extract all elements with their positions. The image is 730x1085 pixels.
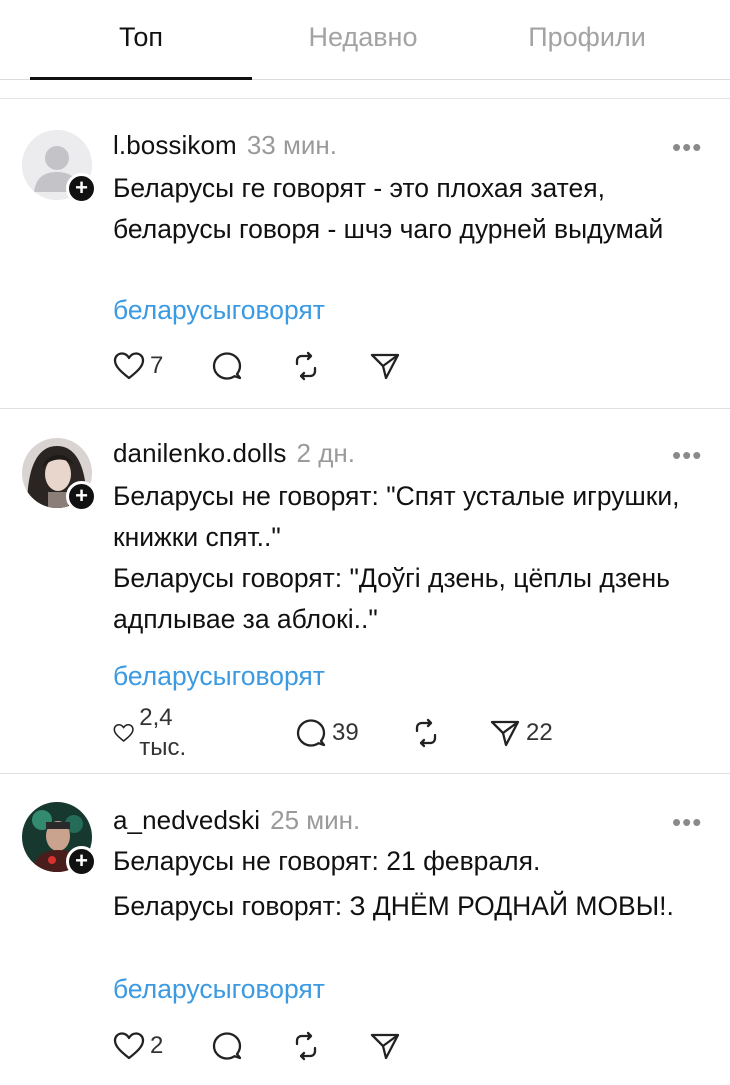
share-button[interactable]: 22 [489,715,553,751]
comment-button[interactable] [211,1028,243,1064]
post-header: danilenko.dolls 2 дн. [113,437,355,469]
hashtag-link[interactable]: беларусыговорят [113,972,325,1006]
timestamp: 33 мин. [246,130,337,160]
like-count: 2 [150,1032,164,1059]
send-icon [490,720,520,747]
tab-profiles[interactable]: Профили [474,0,700,80]
heart-icon [113,1032,145,1060]
like-button[interactable]: 2 [113,1028,163,1064]
post-text: Беларусы говорят: "Доўгі дзень, цёплы дз… [113,563,670,634]
like-count: 7 [150,352,164,379]
post-text: Беларусы говорят: З ДНЁМ РОДНАЙ МОВЫ!. [113,891,674,921]
comment-icon [296,719,326,747]
tab-recent[interactable]: Недавно [252,0,474,80]
like-count: 2,4 тыс. [139,704,187,761]
comment-count: 39 [332,719,359,746]
repost-button[interactable] [409,715,443,751]
username[interactable]: l.bossikom [113,130,237,160]
tab-top[interactable]: Топ [30,0,252,80]
heart-icon [113,352,145,380]
post-divider [0,408,730,409]
active-tab-indicator [30,77,252,80]
follow-button[interactable]: + [66,846,97,877]
tab-bar: Топ Недавно Профили [0,0,730,80]
repost-button[interactable] [289,348,323,384]
post-text: Беларусы не говорят: 21 февраля. [113,846,541,876]
comment-button[interactable] [211,348,243,384]
share-count: 22 [526,719,553,746]
share-button[interactable] [369,1028,401,1064]
hashtag-link[interactable]: беларусыговорят [113,659,325,693]
repost-button[interactable] [289,1028,323,1064]
username[interactable]: a_nedvedski [113,805,260,835]
post-header: a_nedvedski 25 мин. [113,804,360,836]
share-button[interactable] [369,348,401,384]
post-header: l.bossikom 33 мин. [113,129,337,161]
divider [0,98,730,99]
post-text: Беларусы не говорят: "Спят усталые игруш… [113,481,680,552]
timestamp: 2 дн. [296,438,355,468]
repost-icon [295,351,317,381]
like-button[interactable]: 2,4 тыс. [113,704,197,761]
comment-icon [212,1032,242,1060]
like-button[interactable]: 7 [113,348,163,384]
more-options-icon[interactable]: ••• [672,809,702,835]
follow-button[interactable]: + [66,481,97,512]
post-text: Беларусы ге говорят - это плохая затея, … [113,173,664,244]
comment-icon [212,352,242,380]
heart-icon [113,723,134,742]
timestamp: 25 мин. [270,805,361,835]
repost-icon [295,1031,317,1061]
send-icon [370,1033,400,1060]
send-icon [370,353,400,380]
hashtag-link[interactable]: беларусыговорят [113,293,325,327]
username[interactable]: danilenko.dolls [113,438,287,468]
more-options-icon[interactable]: ••• [672,134,702,160]
post-divider [0,773,730,774]
comment-button[interactable]: 39 [295,715,359,751]
follow-button[interactable]: + [66,173,97,204]
more-options-icon[interactable]: ••• [672,442,702,468]
repost-icon [415,718,437,748]
